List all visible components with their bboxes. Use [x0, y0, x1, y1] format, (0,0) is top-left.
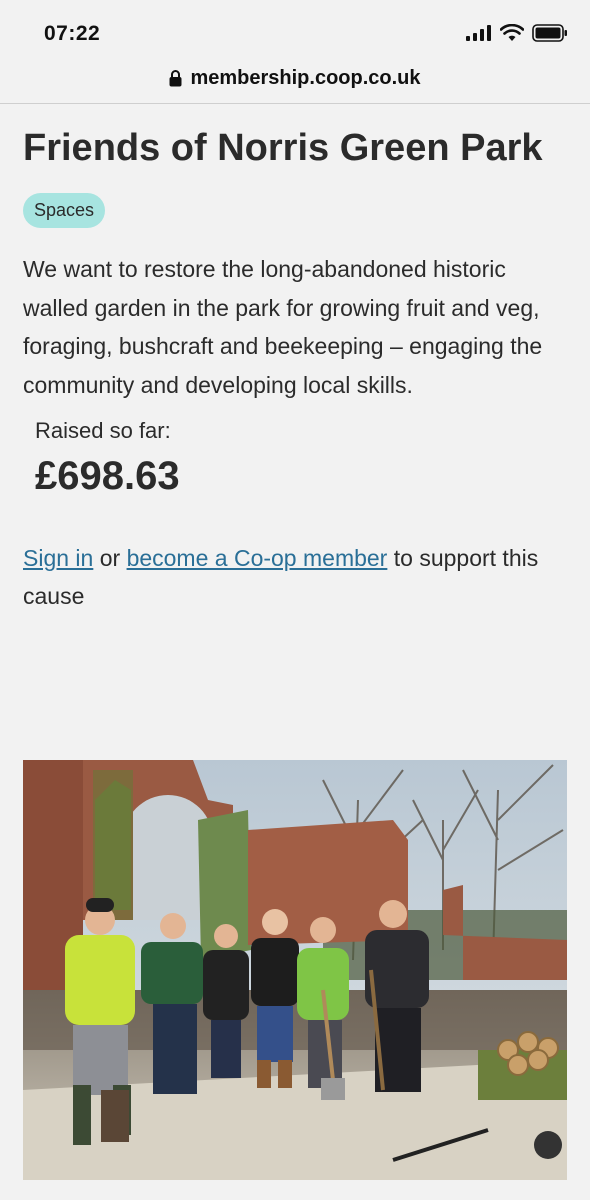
raised-amount: £698.63	[35, 454, 180, 498]
status-bar: 07:22	[0, 0, 590, 60]
page-title: Friends of Norris Green Park	[23, 127, 543, 169]
address-bar[interactable]: membership.coop.co.uk	[0, 56, 590, 100]
cause-description: We want to restore the long-abandoned hi…	[23, 256, 543, 398]
url-text[interactable]: membership.coop.co.uk	[190, 67, 420, 90]
status-icons	[466, 24, 568, 42]
sign-in-link[interactable]: Sign in	[23, 545, 93, 571]
support-cta: Sign in or become a Co-op member to supp…	[23, 539, 568, 615]
become-member-link[interactable]: become a Co-op member	[127, 545, 388, 571]
cta-or-text: or	[99, 545, 121, 571]
status-time: 07:22	[44, 22, 101, 45]
lock-icon	[169, 69, 182, 86]
category-tag: Spaces	[23, 193, 106, 228]
battery-icon	[532, 24, 567, 42]
cause-photo	[23, 760, 567, 1180]
signal-icon	[466, 25, 491, 41]
volunteers-photo	[23, 760, 567, 1180]
raised-label: Raised so far:	[35, 418, 171, 443]
wifi-icon	[500, 24, 524, 41]
cause-content: Friends of Norris Green Park Spaces We w…	[23, 104, 568, 615]
